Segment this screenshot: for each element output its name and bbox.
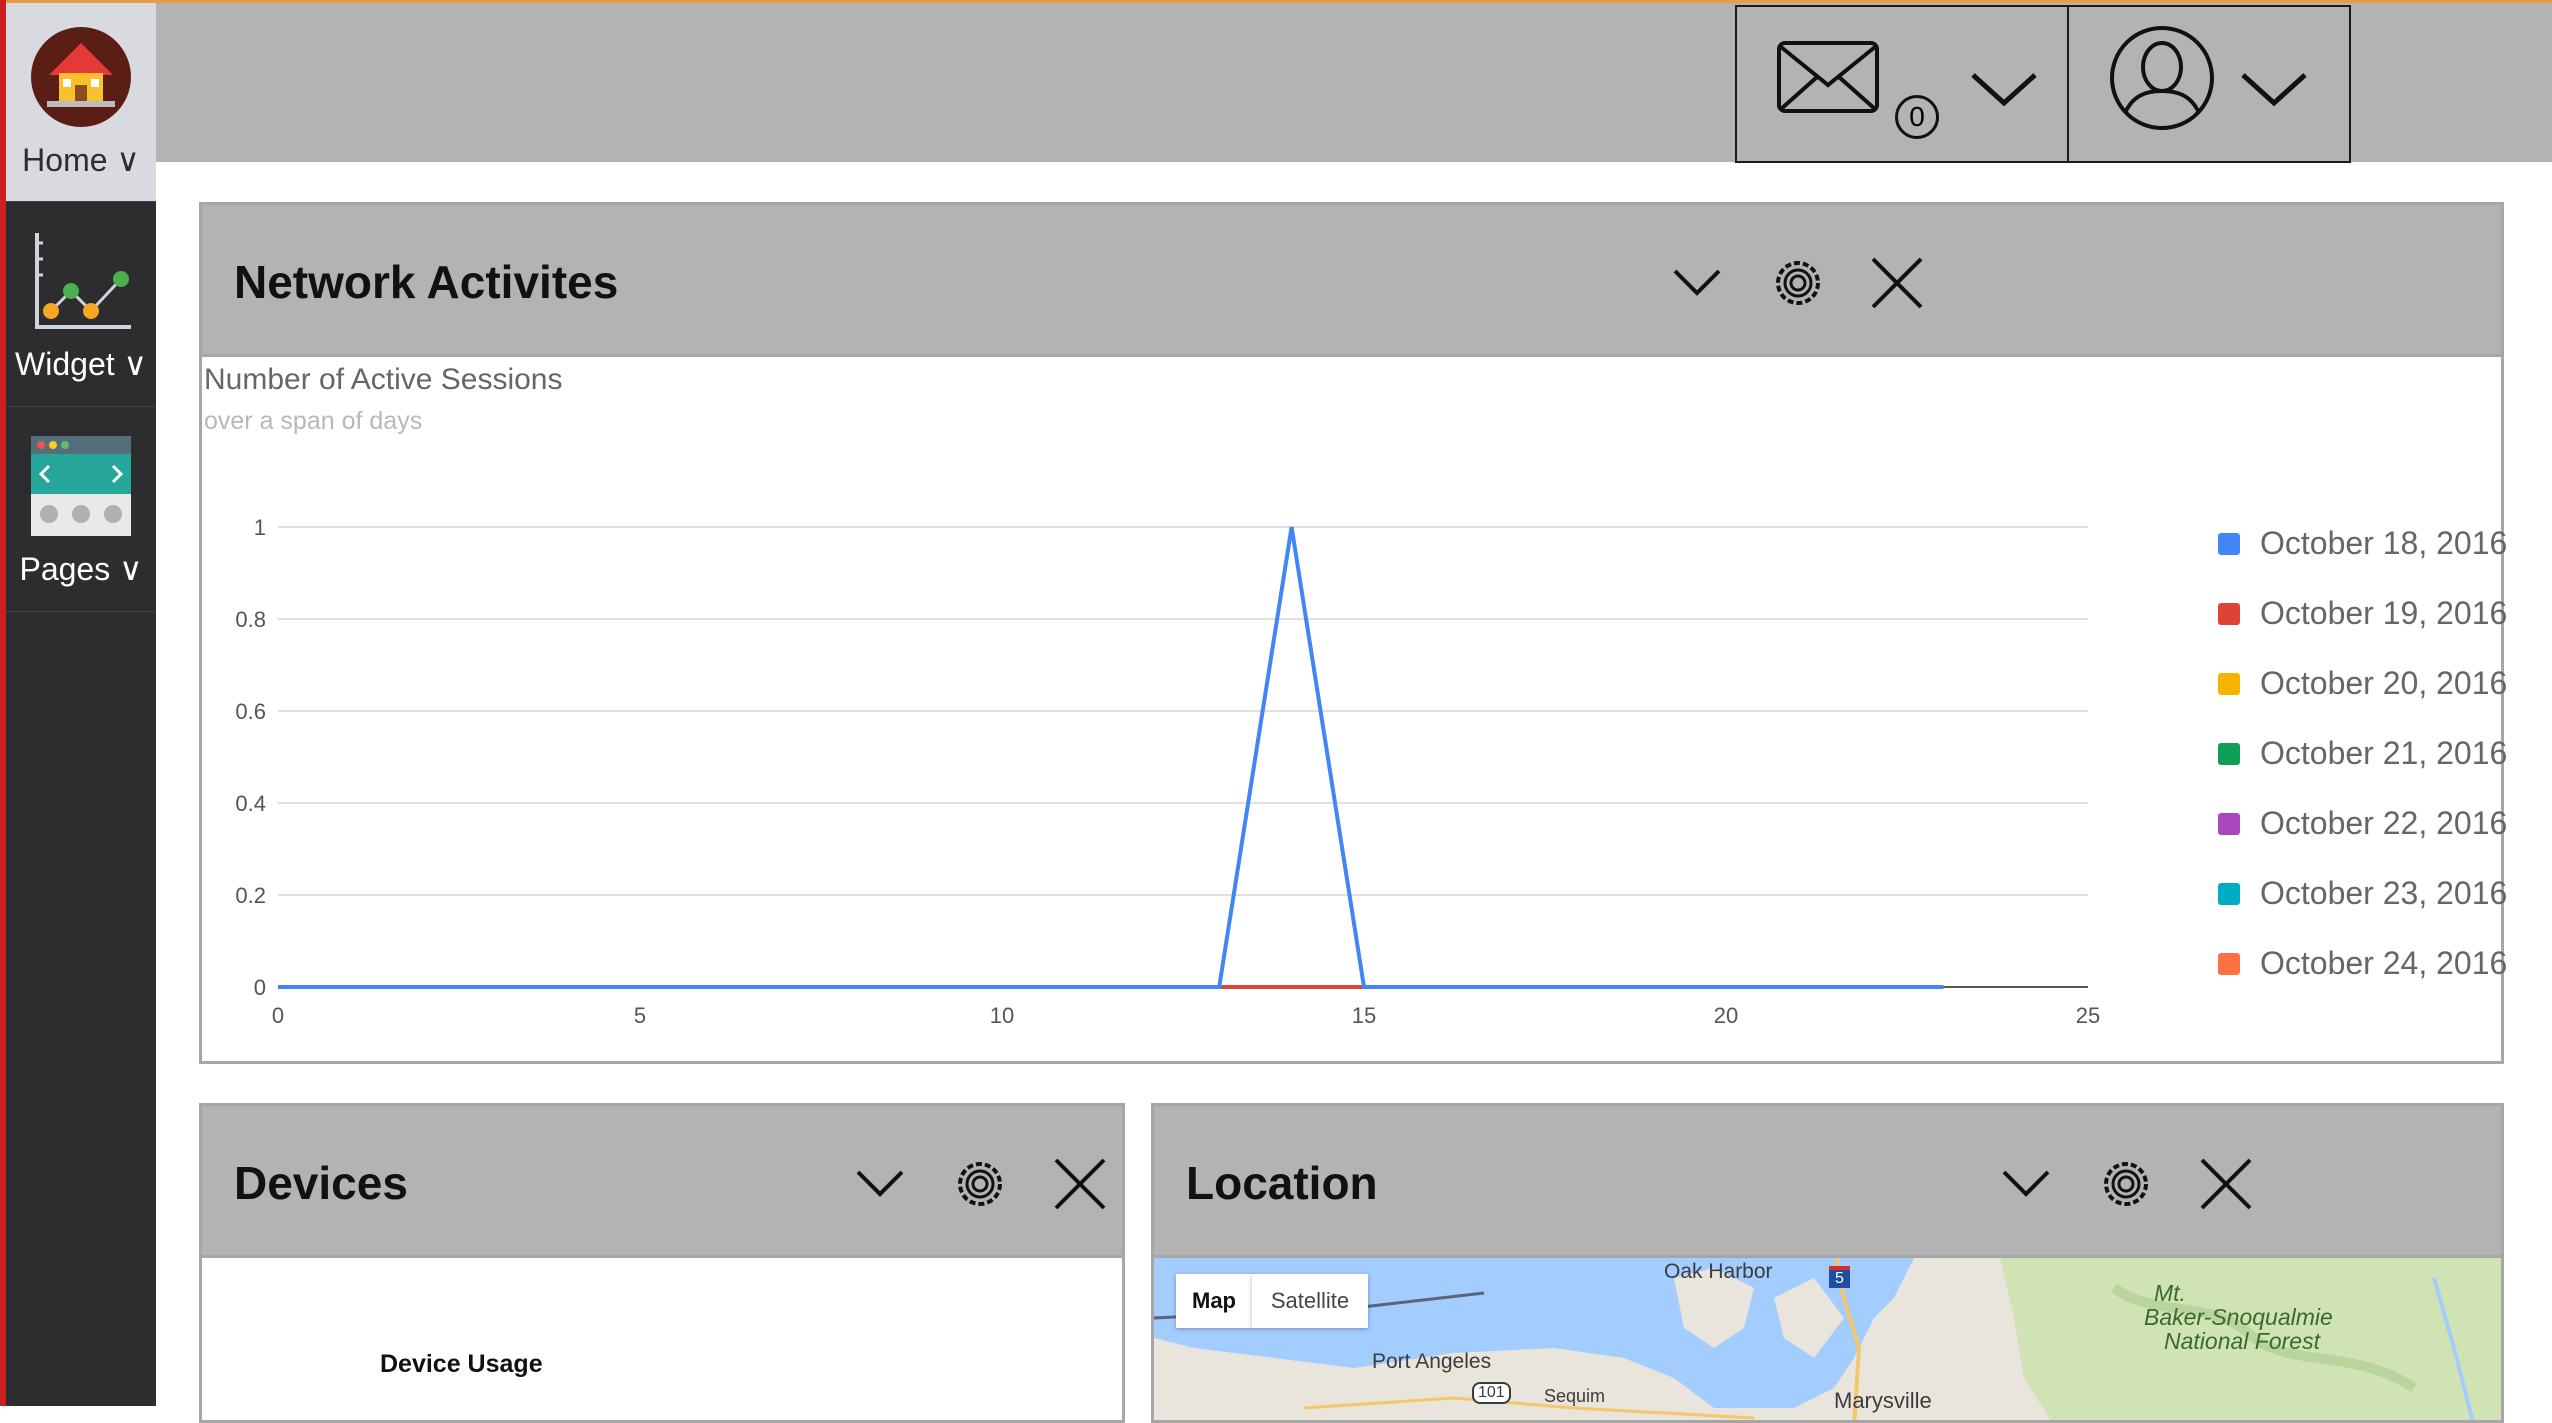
map-label: Mt. — [2154, 1280, 2186, 1306]
legend-swatch — [2218, 742, 2240, 765]
legend-item[interactable]: October 18, 2016 — [2218, 525, 2507, 562]
browser-window-icon — [31, 435, 131, 536]
chevron-down-icon[interactable] — [2239, 69, 2309, 109]
house-icon — [31, 27, 131, 127]
user-menu[interactable] — [2067, 5, 2351, 163]
series-line — [278, 526, 1944, 989]
close-icon[interactable] — [1050, 1154, 1110, 1214]
y-tick-label: 0.4 — [235, 791, 266, 816]
x-tick-label: 5 — [634, 1003, 646, 1028]
x-tick-label: 10 — [990, 1003, 1014, 1028]
messages-menu[interactable]: 0 — [1735, 5, 2069, 163]
message-count-badge: 0 — [1895, 95, 1939, 139]
devices-panel: Devices Device Usage — [199, 1103, 1125, 1423]
sidebar-item-pages[interactable]: Pages ∨ — [6, 410, 156, 612]
chevron-down-icon[interactable] — [1969, 69, 2039, 109]
chevron-down-icon[interactable] — [850, 1154, 910, 1214]
envelope-icon[interactable] — [1777, 39, 1881, 119]
legend-swatch — [2218, 882, 2240, 905]
map-label: Sequim — [1544, 1386, 1606, 1406]
y-tick-label: 0.8 — [235, 607, 266, 632]
legend-label: October 23, 2016 — [2260, 875, 2508, 911]
user-avatar-icon[interactable] — [2109, 25, 2215, 131]
legend-label: October 19, 2016 — [2260, 595, 2508, 631]
sidebar: Home ∨ Widget ∨ Pages ∨ — [0, 0, 156, 1406]
close-icon[interactable] — [2196, 1154, 2256, 1214]
location-panel: Location Map Satellite Oak Harbor Port A… — [1151, 1103, 2504, 1423]
map-label: Baker-Snoqualmie — [2144, 1304, 2333, 1330]
panel-title: Devices — [234, 1157, 408, 1209]
y-tick-label: 0.2 — [235, 883, 266, 908]
sidebar-item-widget[interactable]: Widget ∨ — [6, 205, 156, 407]
map-label: Port Angeles — [1372, 1350, 1492, 1373]
x-tick-label: 20 — [1714, 1003, 1738, 1028]
map-label: National Forest — [2164, 1328, 2320, 1354]
y-tick-label: 0.6 — [235, 699, 266, 724]
legend-swatch — [2218, 672, 2240, 695]
map-label: Marysville — [1834, 1388, 1932, 1413]
line-chart-icon — [35, 232, 131, 329]
sidebar-item-label: Pages ∨ — [19, 550, 143, 587]
legend-item[interactable]: October 22, 2016 — [2218, 805, 2507, 842]
legend-item[interactable]: October 20, 2016 — [2218, 665, 2507, 702]
highway-101-shield: 101 — [1472, 1382, 1511, 1404]
device-usage-chart-title: Device Usage — [380, 1350, 543, 1378]
panel-header: Devices — [202, 1106, 1122, 1258]
sidebar-item-label: Widget ∨ — [15, 345, 147, 382]
map-label: Oak Harbor — [1664, 1260, 1773, 1283]
panel-title: Location — [1186, 1157, 1378, 1209]
legend-label: October 20, 2016 — [2260, 665, 2508, 701]
y-tick-label: 0 — [254, 975, 266, 1000]
x-tick-label: 0 — [272, 1003, 284, 1028]
legend-item[interactable]: October 24, 2016 — [2218, 945, 2507, 982]
sidebar-item-label: Home ∨ — [22, 142, 140, 178]
legend-swatch — [2218, 812, 2240, 835]
map-type-satellite-button[interactable]: Satellite — [1252, 1274, 1368, 1328]
sidebar-item-home[interactable]: Home ∨ — [6, 0, 156, 202]
legend-item[interactable]: October 21, 2016 — [2218, 735, 2507, 772]
x-tick-label: 15 — [1352, 1003, 1376, 1028]
interstate-5-shield: 5 — [1829, 1266, 1850, 1288]
top-bar: 0 — [156, 0, 2552, 163]
chevron-down-icon[interactable] — [1996, 1154, 2056, 1214]
panel-header: Location — [1154, 1106, 2501, 1258]
legend-swatch — [2218, 532, 2240, 555]
map-view[interactable]: Map Satellite Oak Harbor Port Angeles Mt… — [1154, 1258, 2501, 1420]
gear-icon[interactable] — [2096, 1154, 2156, 1214]
network-activities-panel: Network Activites Number of Active Sessi… — [199, 202, 2507, 1064]
legend-item[interactable]: October 19, 2016 — [2218, 595, 2507, 632]
chart-legend: October 18, 2016 October 19, 2016 October … — [2218, 525, 2507, 1025]
legend-item[interactable]: October 23, 2016 — [2218, 875, 2507, 912]
legend-label: October 22, 2016 — [2260, 805, 2508, 841]
x-tick-label: 25 — [2076, 1003, 2100, 1028]
y-tick-label: 1 — [254, 515, 266, 540]
message-count: 0 — [1909, 101, 1925, 132]
active-sessions-line-chart: 00.20.40.60.810510152025Hour — [235, 515, 2100, 1028]
legend-swatch — [2218, 602, 2240, 625]
legend-label: October 24, 2016 — [2260, 945, 2508, 981]
legend-swatch — [2218, 952, 2240, 975]
gear-icon[interactable] — [950, 1154, 1010, 1214]
map-type-map-button[interactable]: Map — [1176, 1274, 1252, 1328]
legend-label: October 21, 2016 — [2260, 735, 2508, 771]
legend-label: October 18, 2016 — [2260, 525, 2508, 561]
